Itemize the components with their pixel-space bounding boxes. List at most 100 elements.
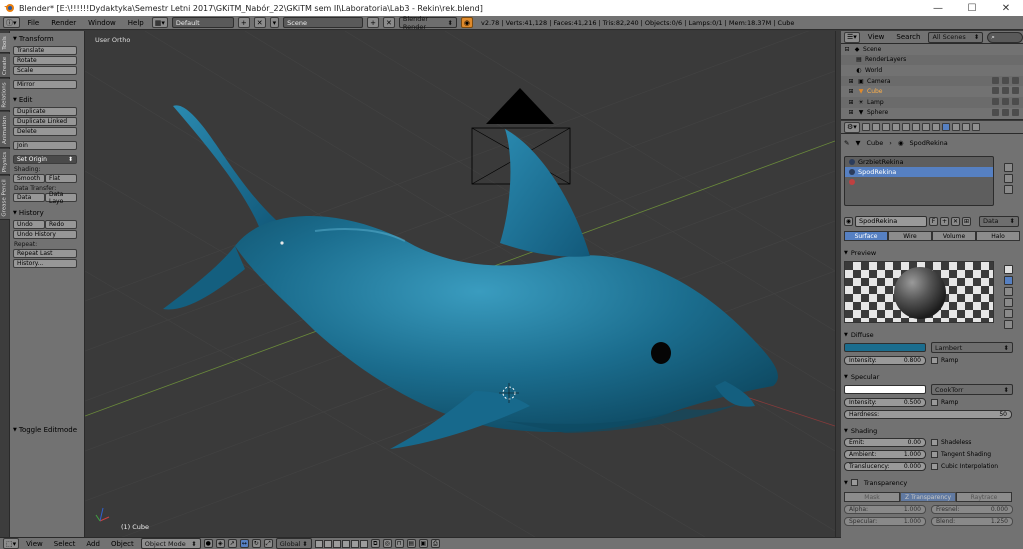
history-button[interactable]: History... (13, 259, 77, 268)
lock-layers-icon[interactable]: ⧉ (370, 539, 380, 548)
scene-field[interactable]: Scene (283, 17, 364, 28)
material-slot[interactable] (845, 177, 993, 187)
translate-button[interactable]: Translate (13, 46, 77, 55)
editor-type-icon[interactable]: ⬚▾ (3, 538, 20, 549)
link-type-dropdown[interactable]: Data ⬍ (979, 215, 1019, 227)
add-slot-icon[interactable] (1004, 163, 1013, 172)
tab-wire[interactable]: Wire (888, 231, 932, 241)
tab-volume[interactable]: Volume (932, 231, 976, 241)
renderlayers-tab-icon[interactable] (871, 123, 880, 131)
snap-target-icon[interactable]: ▤ (406, 539, 416, 548)
orientation-dropdown[interactable]: Global ⬍ (275, 538, 312, 549)
screen-add-icon[interactable]: + (237, 17, 250, 28)
rotate-manipulator-icon[interactable]: ↻ (251, 539, 261, 548)
world-tab-icon[interactable] (891, 123, 900, 131)
join-button[interactable]: Join (13, 141, 77, 150)
menu-window[interactable]: Window (84, 19, 120, 27)
texture-tab-icon[interactable] (951, 123, 960, 131)
expand-icon[interactable]: ⊞ (847, 88, 855, 96)
material-browse-icon[interactable]: ◉ (844, 216, 853, 226)
object-tab-icon[interactable] (901, 123, 910, 131)
render-tab-icon[interactable] (861, 123, 870, 131)
menu-view[interactable]: View (22, 540, 47, 548)
expand-icon[interactable]: ⊞ (847, 98, 855, 106)
delete-button[interactable]: Delete (13, 127, 77, 136)
3d-viewport[interactable]: User Ortho (1) Cube (85, 31, 835, 537)
tab-physics[interactable]: Physics (0, 149, 10, 175)
tab-mask[interactable]: Mask (844, 492, 900, 502)
diffuse-ramp-checkbox[interactable]: Ramp (931, 357, 958, 364)
physics-tab-icon[interactable] (971, 123, 980, 131)
scene-add-icon[interactable]: + (367, 17, 380, 28)
unlink-material-icon[interactable]: ✕ (951, 216, 960, 226)
menu-object[interactable]: Object (107, 540, 138, 548)
pivot-point-icon[interactable]: ◈ (215, 539, 225, 548)
menu-render[interactable]: Render (47, 19, 80, 27)
cursor-icon[interactable] (1002, 108, 1009, 116)
outliner-menu-search[interactable]: Search (892, 33, 924, 41)
data-layout-button[interactable]: Data Layo (45, 191, 77, 205)
scale-button[interactable]: Scale (13, 66, 77, 75)
preview-flat-icon[interactable] (1004, 265, 1013, 274)
material-slot[interactable]: GrzbietRekina (845, 157, 993, 167)
duplicate-linked-button[interactable]: Duplicate Linked (13, 117, 77, 126)
preview-cube-icon[interactable] (1004, 287, 1013, 296)
layer-buttons[interactable] (314, 539, 368, 548)
specular-header[interactable]: ▼ Specular (844, 372, 1020, 381)
emit-field[interactable]: Emit: 0.00 (844, 438, 926, 447)
diffuse-shader-dropdown[interactable]: Lambert ⬍ (931, 342, 1013, 353)
render-preview-icon[interactable]: ▣ (418, 539, 428, 548)
slot-specials-icon[interactable] (1004, 185, 1013, 194)
mode-dropdown[interactable]: Object Mode ⬍ (140, 538, 201, 549)
outliner-filter-dropdown[interactable]: All Scenes ⬍ (928, 31, 984, 43)
material-slot[interactable]: SpodRekina (845, 167, 993, 177)
particles-tab-icon[interactable] (961, 123, 970, 131)
outliner-row-sphere[interactable]: ⊞ ▼ Sphere (841, 108, 1023, 119)
alpha-field[interactable]: Alpha: 1.000 (844, 505, 926, 514)
editor-type-icon[interactable]: ⓘ▾ (3, 17, 20, 28)
manipulator-icon[interactable]: ↗ (227, 539, 237, 548)
snap-icon[interactable]: ⊓ (394, 539, 404, 548)
material-name-field[interactable]: SpodRekina (855, 215, 927, 227)
preview-hair-icon[interactable] (1004, 309, 1013, 318)
expand-icon[interactable]: ⊞ (847, 77, 855, 85)
screen-remove-icon[interactable]: ✕ (253, 17, 266, 28)
render-icon[interactable] (1012, 108, 1019, 116)
opengl-render-icon[interactable]: ⎙ (430, 539, 440, 548)
diffuse-header[interactable]: ▼ Diffuse (844, 330, 1020, 339)
new-material-icon[interactable]: + (940, 216, 949, 226)
render-icon[interactable] (1012, 97, 1019, 105)
redo-button[interactable]: Redo (45, 220, 77, 229)
outliner-row-camera[interactable]: ⊞ ▣ Camera (841, 75, 1023, 87)
close-button[interactable]: ✕ (989, 0, 1023, 16)
history-header[interactable]: ▼ History (13, 209, 81, 217)
expand-icon[interactable]: ⊟ (843, 45, 851, 53)
tab-animation[interactable]: Animation (0, 112, 10, 148)
constraints-tab-icon[interactable] (911, 123, 920, 131)
menu-select[interactable]: Select (50, 540, 80, 548)
shadeless-checkbox[interactable]: Shadeless (931, 439, 971, 446)
tab-surface[interactable]: Surface (844, 231, 888, 241)
tab-halo[interactable]: Halo (976, 231, 1020, 241)
scene-icon[interactable]: ▾ (269, 17, 280, 28)
diffuse-color-swatch[interactable] (844, 343, 926, 352)
outliner-row-cube[interactable]: ⊞ ▼ Cube (841, 86, 1023, 97)
transparency-checkbox[interactable] (850, 479, 858, 486)
editor-type-icon[interactable]: ☰▾ (844, 31, 860, 43)
outliner-row-renderlayers[interactable]: ▤ RenderLayers (841, 54, 1023, 66)
fresnel-field[interactable]: Fresnel: 0.000 (931, 505, 1013, 514)
diffuse-intensity-field[interactable]: Intensity: 0.800 (844, 356, 926, 365)
smooth-button[interactable]: Smooth (13, 174, 45, 183)
hardness-field[interactable]: Hardness: 50 (844, 410, 1012, 419)
set-origin-dropdown[interactable]: Set Origin ⬍ (13, 155, 77, 164)
transform-header[interactable]: ▼ Transform (13, 35, 81, 43)
ambient-field[interactable]: Ambient: 1.000 (844, 450, 926, 459)
outliner-menu-view[interactable]: View (864, 33, 889, 41)
repeat-last-button[interactable]: Repeat Last (13, 249, 77, 258)
toggle-editmode-header[interactable]: ▼ Toggle Editmode (13, 426, 81, 434)
outliner-row-world[interactable]: ◐ World (841, 65, 1023, 76)
menu-add[interactable]: Add (82, 540, 104, 548)
proportional-edit-icon[interactable]: ◎ (382, 539, 392, 548)
eye-icon[interactable] (992, 76, 999, 84)
translate-manipulator-icon[interactable]: ↔ (239, 539, 249, 548)
